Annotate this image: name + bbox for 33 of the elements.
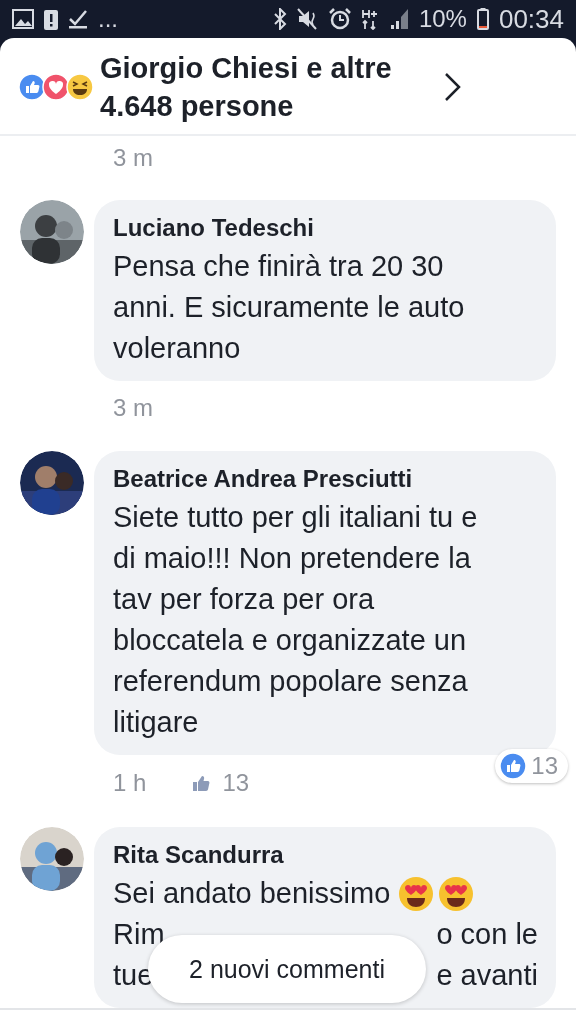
signal-icon — [388, 8, 409, 30]
chevron-right-icon[interactable] — [444, 72, 462, 102]
reactions-summary[interactable]: Giorgio Chiesi e altre 4.648 persone — [100, 49, 420, 125]
commenter-name[interactable]: Luciano Tedeschi — [113, 210, 538, 246]
check-icon — [68, 9, 88, 29]
comment-text: Siete tutto per gli italiani tu e di maio!!! Non pretendere la tav per forza per ora bloccatela e organizzate un referendum popolare senza litigare — [113, 500, 479, 740]
thumbs-up-icon — [192, 774, 211, 792]
laughing-reaction-icon — [66, 73, 94, 101]
more-notifications-text: ... — [98, 5, 118, 33]
alert-icon — [44, 8, 58, 30]
bluetooth-icon — [272, 8, 287, 30]
battery-icon — [476, 8, 489, 30]
battery-percentage: 10% — [418, 5, 467, 33]
commenter-name[interactable]: Beatrice Andrea Presciutti — [113, 461, 538, 497]
comment-text-fragment: o con le — [436, 917, 538, 952]
commenter-name[interactable]: Rita Scandurra — [113, 837, 538, 873]
heart-eyes-emoji-icon — [438, 875, 475, 912]
comment-time: 1 h — [113, 769, 147, 797]
clock-time: 00:34 — [498, 3, 564, 35]
love-reaction-icon — [42, 73, 70, 101]
mute-icon — [296, 8, 319, 30]
like-count: 13 — [222, 769, 250, 797]
like-reaction-icon — [499, 752, 528, 780]
comment-text-fragment: Sei andato benissimo — [113, 876, 391, 911]
like-reaction-icon — [18, 73, 46, 101]
alarm-icon — [328, 8, 351, 30]
comment-text-fragment: e avanti — [436, 958, 538, 993]
heart-eyes-emoji-icon — [398, 875, 435, 912]
comment-text: Pensa che finirà tra 20 30 anni. E sicuramente le auto voleranno — [113, 249, 466, 366]
mobile-data-icon — [360, 8, 379, 30]
comment-time: 3 m — [113, 394, 153, 422]
image-icon — [12, 9, 34, 29]
comment-time: 3 m — [113, 144, 153, 172]
